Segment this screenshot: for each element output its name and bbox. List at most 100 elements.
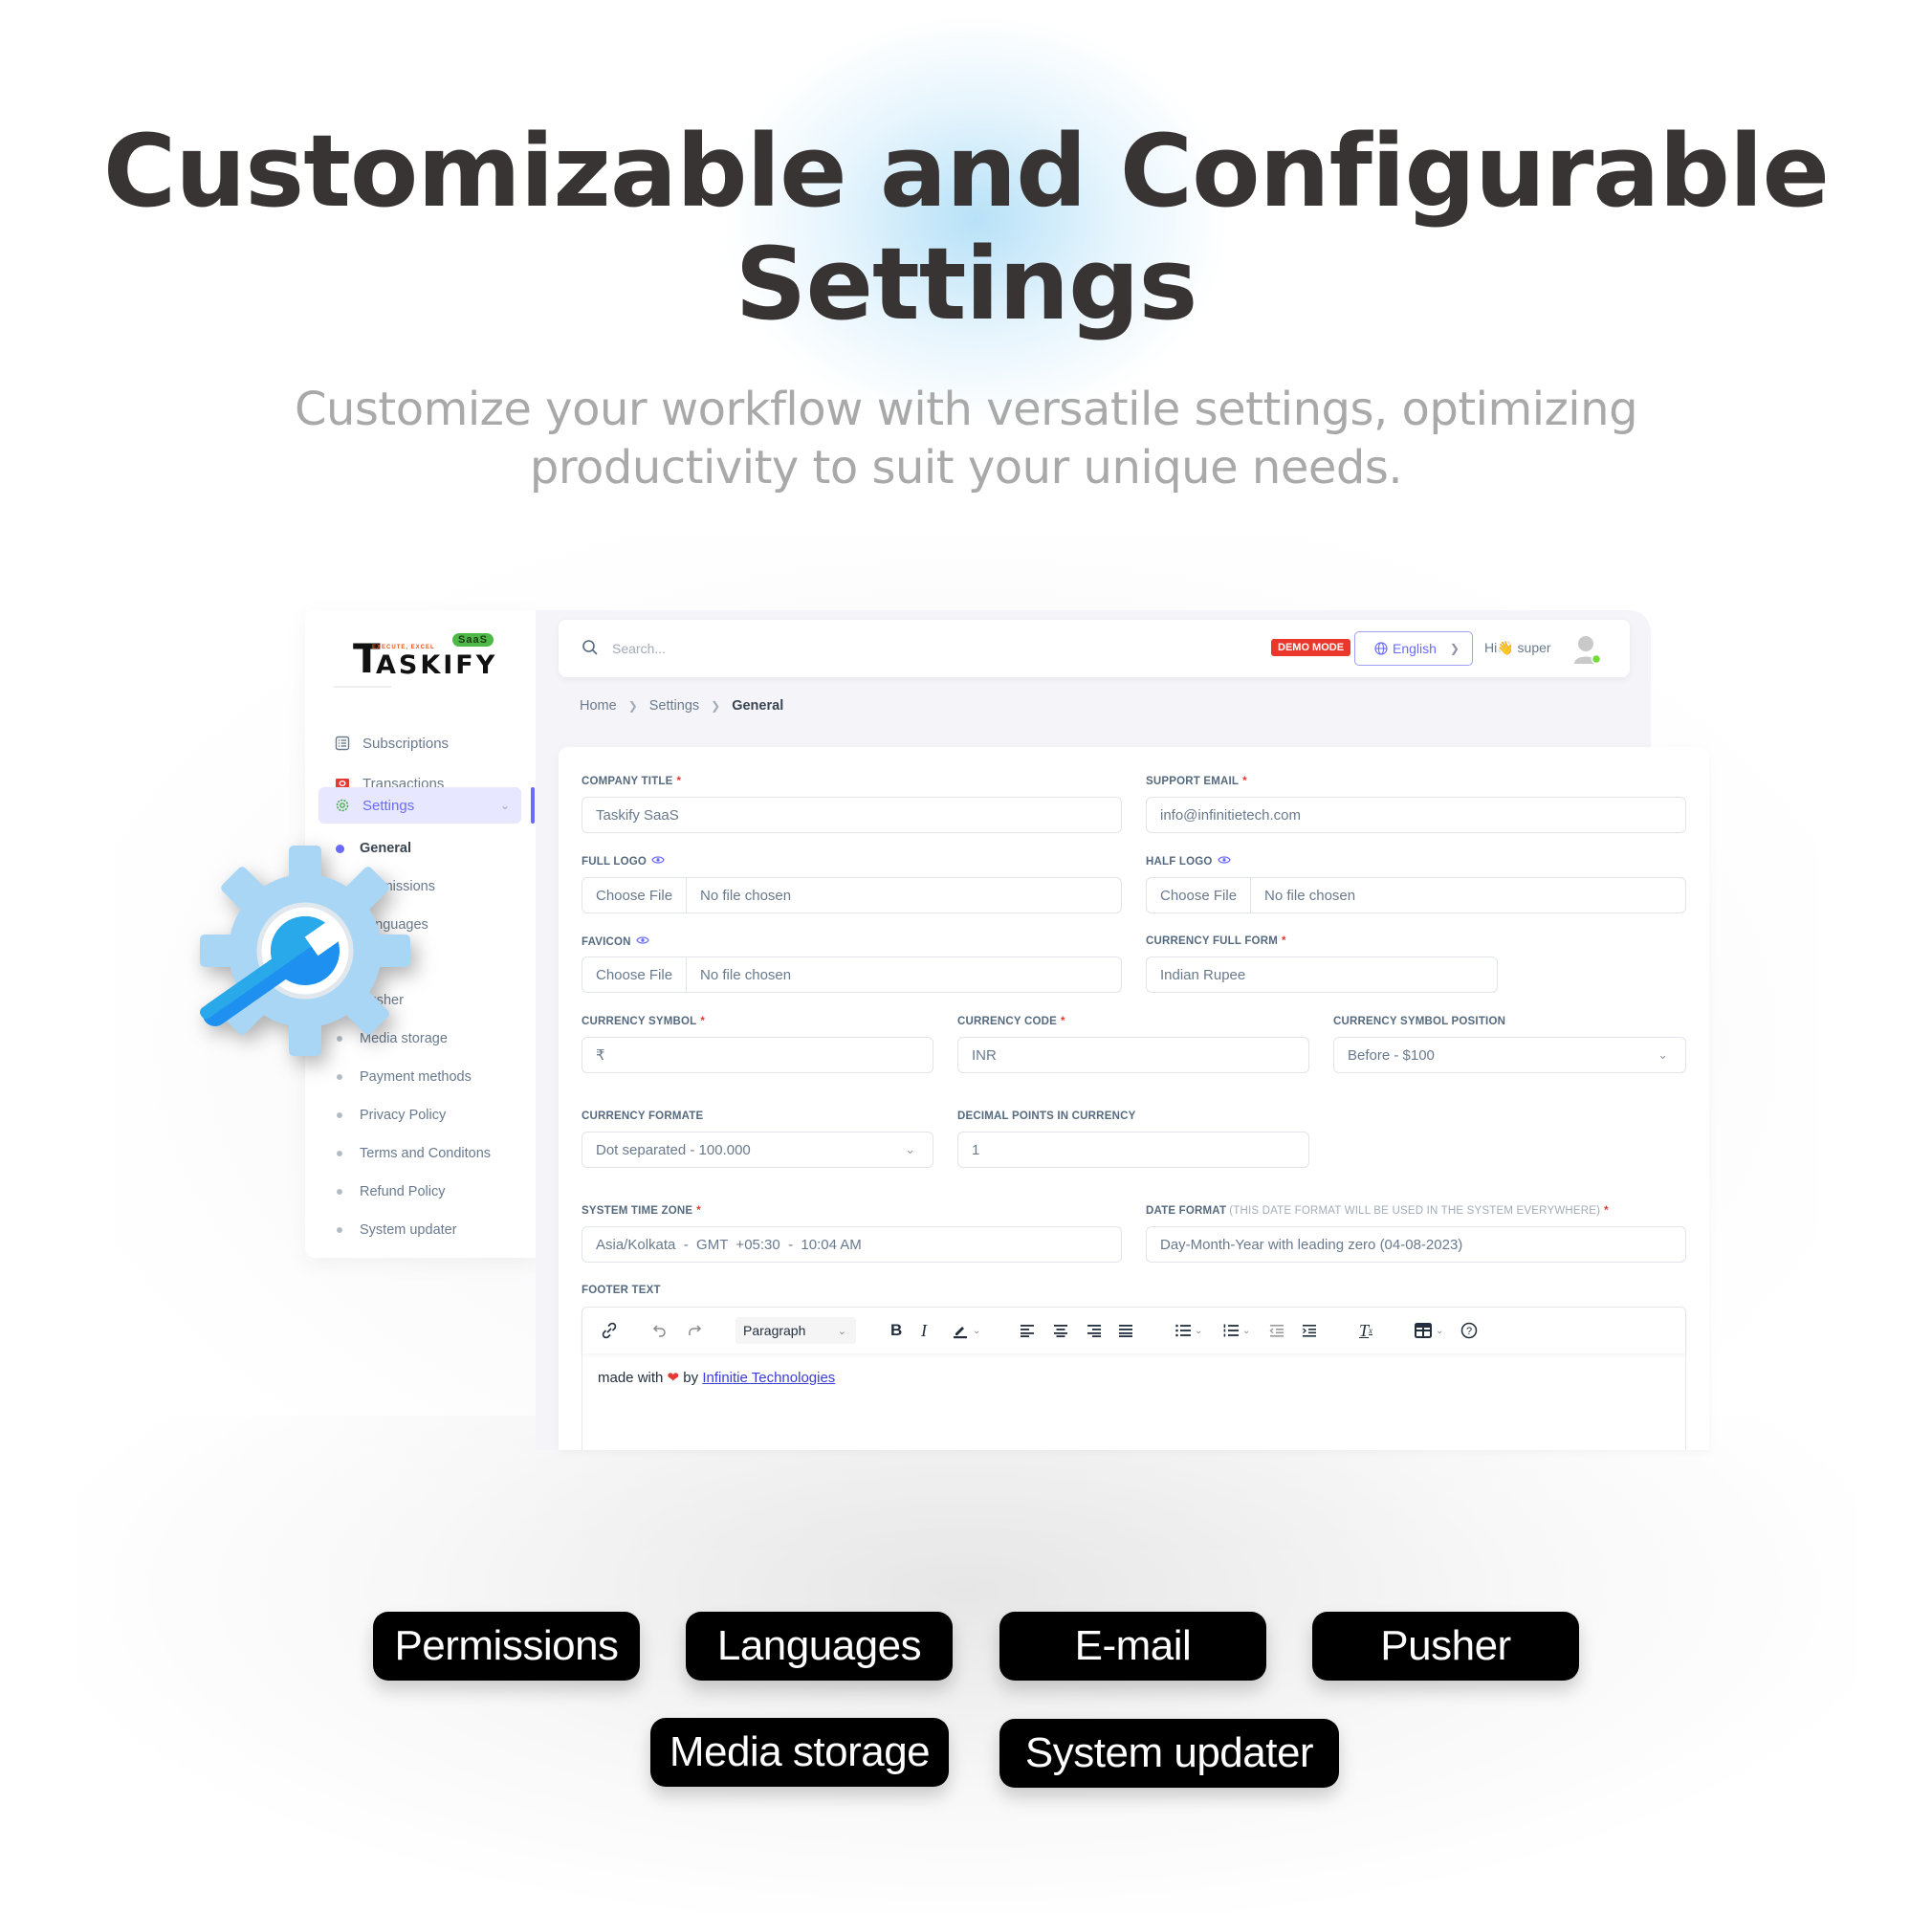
italic-icon[interactable]: I <box>921 1319 927 1342</box>
chip-email: E-mail <box>999 1612 1266 1681</box>
numbered-list-icon[interactable]: ⌄ <box>1223 1319 1250 1342</box>
chevron-down-icon: ⌄ <box>837 1325 846 1337</box>
chip-media-storage: Media storage <box>650 1718 949 1787</box>
hero-subtitle-line2: productivity to suit your unique needs. <box>529 441 1403 495</box>
indent-icon[interactable] <box>1302 1319 1317 1342</box>
favicon-file-input[interactable]: Choose File No file chosen <box>582 956 1122 993</box>
support-email-input[interactable]: info@infinitietech.com <box>1146 797 1686 833</box>
bullet-list-icon[interactable]: ⌄ <box>1175 1319 1202 1342</box>
active-indicator <box>531 787 535 824</box>
hero-subtitle: Customize your workflow with versatile s… <box>287 381 1645 497</box>
footer-link[interactable]: Infinitie Technologies <box>702 1370 835 1386</box>
file-status: No file chosen <box>700 966 792 983</box>
breadcrumb-settings[interactable]: Settings <box>649 698 699 714</box>
system-time-zone-label: SYSTEM TIME ZONE * <box>582 1205 701 1217</box>
half-logo-file-input[interactable]: Choose File No file chosen <box>1146 877 1686 913</box>
chip-languages: Languages <box>686 1612 953 1681</box>
system-time-zone-select[interactable]: Asia/Kolkata - GMT +05:30 - 10:04 AM <box>582 1226 1122 1263</box>
eye-icon[interactable] <box>1217 855 1231 868</box>
bold-icon[interactable]: B <box>890 1319 902 1342</box>
footer-text-editor: Paragraph ⌄ B I ⌄ ⌄ ⌄ Tx ⌄ ? made with ❤ … <box>582 1307 1686 1450</box>
breadcrumb-home[interactable]: Home <box>580 698 617 714</box>
user-greeting: Hi👋 super <box>1484 640 1551 655</box>
company-title-label: COMPANY TITLE * <box>582 776 682 787</box>
language-selector[interactable]: English ❯ <box>1354 631 1473 666</box>
align-center-icon[interactable] <box>1053 1319 1068 1342</box>
editor-content[interactable]: made with ❤ by Infinitie Technologies <box>598 1369 835 1386</box>
currency-symbol-label: CURRENCY SYMBOL * <box>582 1016 706 1027</box>
eye-icon[interactable] <box>635 935 649 948</box>
chevron-right-icon: ❯ <box>627 699 638 713</box>
choose-file-button[interactable]: Choose File <box>582 878 688 913</box>
sidebar-subitem-label: System updater <box>360 1222 457 1238</box>
full-logo-file-input[interactable]: Choose File No file chosen <box>582 877 1122 913</box>
currency-formate-select[interactable]: Dot separated - 100.000 ⌄ <box>582 1132 933 1168</box>
sidebar-item-settings[interactable]: Settings ⌄ <box>318 787 521 824</box>
currency-symbol-position-label: CURRENCY SYMBOL POSITION <box>1333 1016 1506 1027</box>
logo[interactable]: T EXECUTE, EXCEL ASKIFY SaaS <box>353 629 496 687</box>
redo-icon[interactable] <box>686 1319 703 1342</box>
bullet-icon <box>337 1189 342 1195</box>
currency-formate-label: CURRENCY FORMATE <box>582 1110 704 1122</box>
date-format-select[interactable]: Day-Month-Year with leading zero (04-08-… <box>1146 1226 1686 1263</box>
hero-title-line2: Settings <box>735 226 1198 342</box>
currency-full-form-input[interactable]: Indian Rupee <box>1146 956 1498 993</box>
sidebar-subitem-label: Terms and Conditons <box>360 1146 492 1161</box>
heart-icon: ❤ <box>667 1370 680 1386</box>
file-status: No file chosen <box>700 887 792 904</box>
search-input[interactable] <box>612 636 899 661</box>
chevron-down-icon: ⌄ <box>905 1142 915 1156</box>
full-logo-label: FULL LOGO <box>582 855 665 868</box>
bullet-icon <box>337 1112 342 1118</box>
outdent-icon[interactable] <box>1269 1319 1284 1342</box>
sidebar-subitem-privacy-policy[interactable]: Privacy Policy <box>337 1104 446 1127</box>
block-format-select[interactable]: Paragraph ⌄ <box>735 1317 856 1344</box>
footer-text-label: FOOTER TEXT <box>582 1285 661 1296</box>
table-icon[interactable]: ⌄ <box>1415 1319 1443 1342</box>
currency-symbol-input[interactable]: ₹ <box>582 1037 933 1073</box>
currency-symbol-position-select[interactable]: Before - $100 ⌄ <box>1333 1037 1686 1073</box>
chevron-down-icon: ⌄ <box>1658 1047 1668 1062</box>
align-justify-icon[interactable] <box>1118 1319 1133 1342</box>
settings-wrench-gear-icon <box>177 844 426 1073</box>
hero-subtitle-line1: Customize your workflow with versatile s… <box>294 383 1638 436</box>
link-icon[interactable] <box>600 1319 619 1342</box>
date-format-label: DATE FORMAT (THIS DATE FORMAT WILL BE USE… <box>1146 1205 1609 1217</box>
logo-saas-badge: SaaS <box>452 633 494 647</box>
sidebar-item-hidden <box>334 684 391 688</box>
general-settings-form: COMPANY TITLE * Taskify SaaS SUPPORT EMAI… <box>559 747 1709 1450</box>
clear-format-icon[interactable]: Tx <box>1359 1319 1372 1342</box>
highlight-icon[interactable]: ⌄ <box>952 1319 980 1342</box>
sidebar-subitem-refund-policy[interactable]: Refund Policy <box>337 1180 445 1203</box>
help-icon[interactable]: ? <box>1460 1319 1478 1342</box>
sidebar-subitem-label: Privacy Policy <box>360 1108 447 1123</box>
sidebar-subitem-terms[interactable]: Terms and Conditons <box>337 1142 491 1165</box>
currency-code-input[interactable]: INR <box>957 1037 1309 1073</box>
company-title-input[interactable]: Taskify SaaS <box>582 797 1122 833</box>
support-email-label: SUPPORT EMAIL * <box>1146 776 1247 787</box>
decimal-points-input[interactable]: 1 <box>957 1132 1309 1168</box>
align-left-icon[interactable] <box>1021 1319 1036 1342</box>
undo-icon[interactable] <box>651 1319 669 1342</box>
globe-icon <box>1374 642 1388 655</box>
breadcrumb-current: General <box>732 698 784 714</box>
logo-wordmark: ASKIFY <box>376 650 498 680</box>
align-right-icon[interactable] <box>1086 1319 1101 1342</box>
user-avatar[interactable] <box>1572 633 1602 666</box>
hero-title-line1: Customizable and Configurable <box>102 113 1830 230</box>
choose-file-button[interactable]: Choose File <box>582 957 688 992</box>
sidebar-subitem-system-updater[interactable]: System updater <box>337 1219 457 1242</box>
chip-pusher: Pusher <box>1312 1612 1579 1681</box>
file-status: No file chosen <box>1264 887 1356 904</box>
sidebar-subitem-label: Refund Policy <box>360 1184 446 1199</box>
search-icon[interactable] <box>582 639 599 661</box>
footer-text-by: by <box>683 1370 699 1386</box>
language-label: English <box>1393 641 1437 656</box>
eye-icon[interactable] <box>651 855 665 868</box>
choose-file-button[interactable]: Choose File <box>1147 878 1252 913</box>
chevron-down-icon: ⌄ <box>499 799 510 812</box>
half-logo-label: HALF LOGO <box>1146 855 1231 868</box>
sidebar-item-subscriptions[interactable]: Subscriptions <box>318 725 521 761</box>
chevron-right-icon: ❯ <box>711 699 721 713</box>
chips-shadow <box>77 1416 1855 1913</box>
